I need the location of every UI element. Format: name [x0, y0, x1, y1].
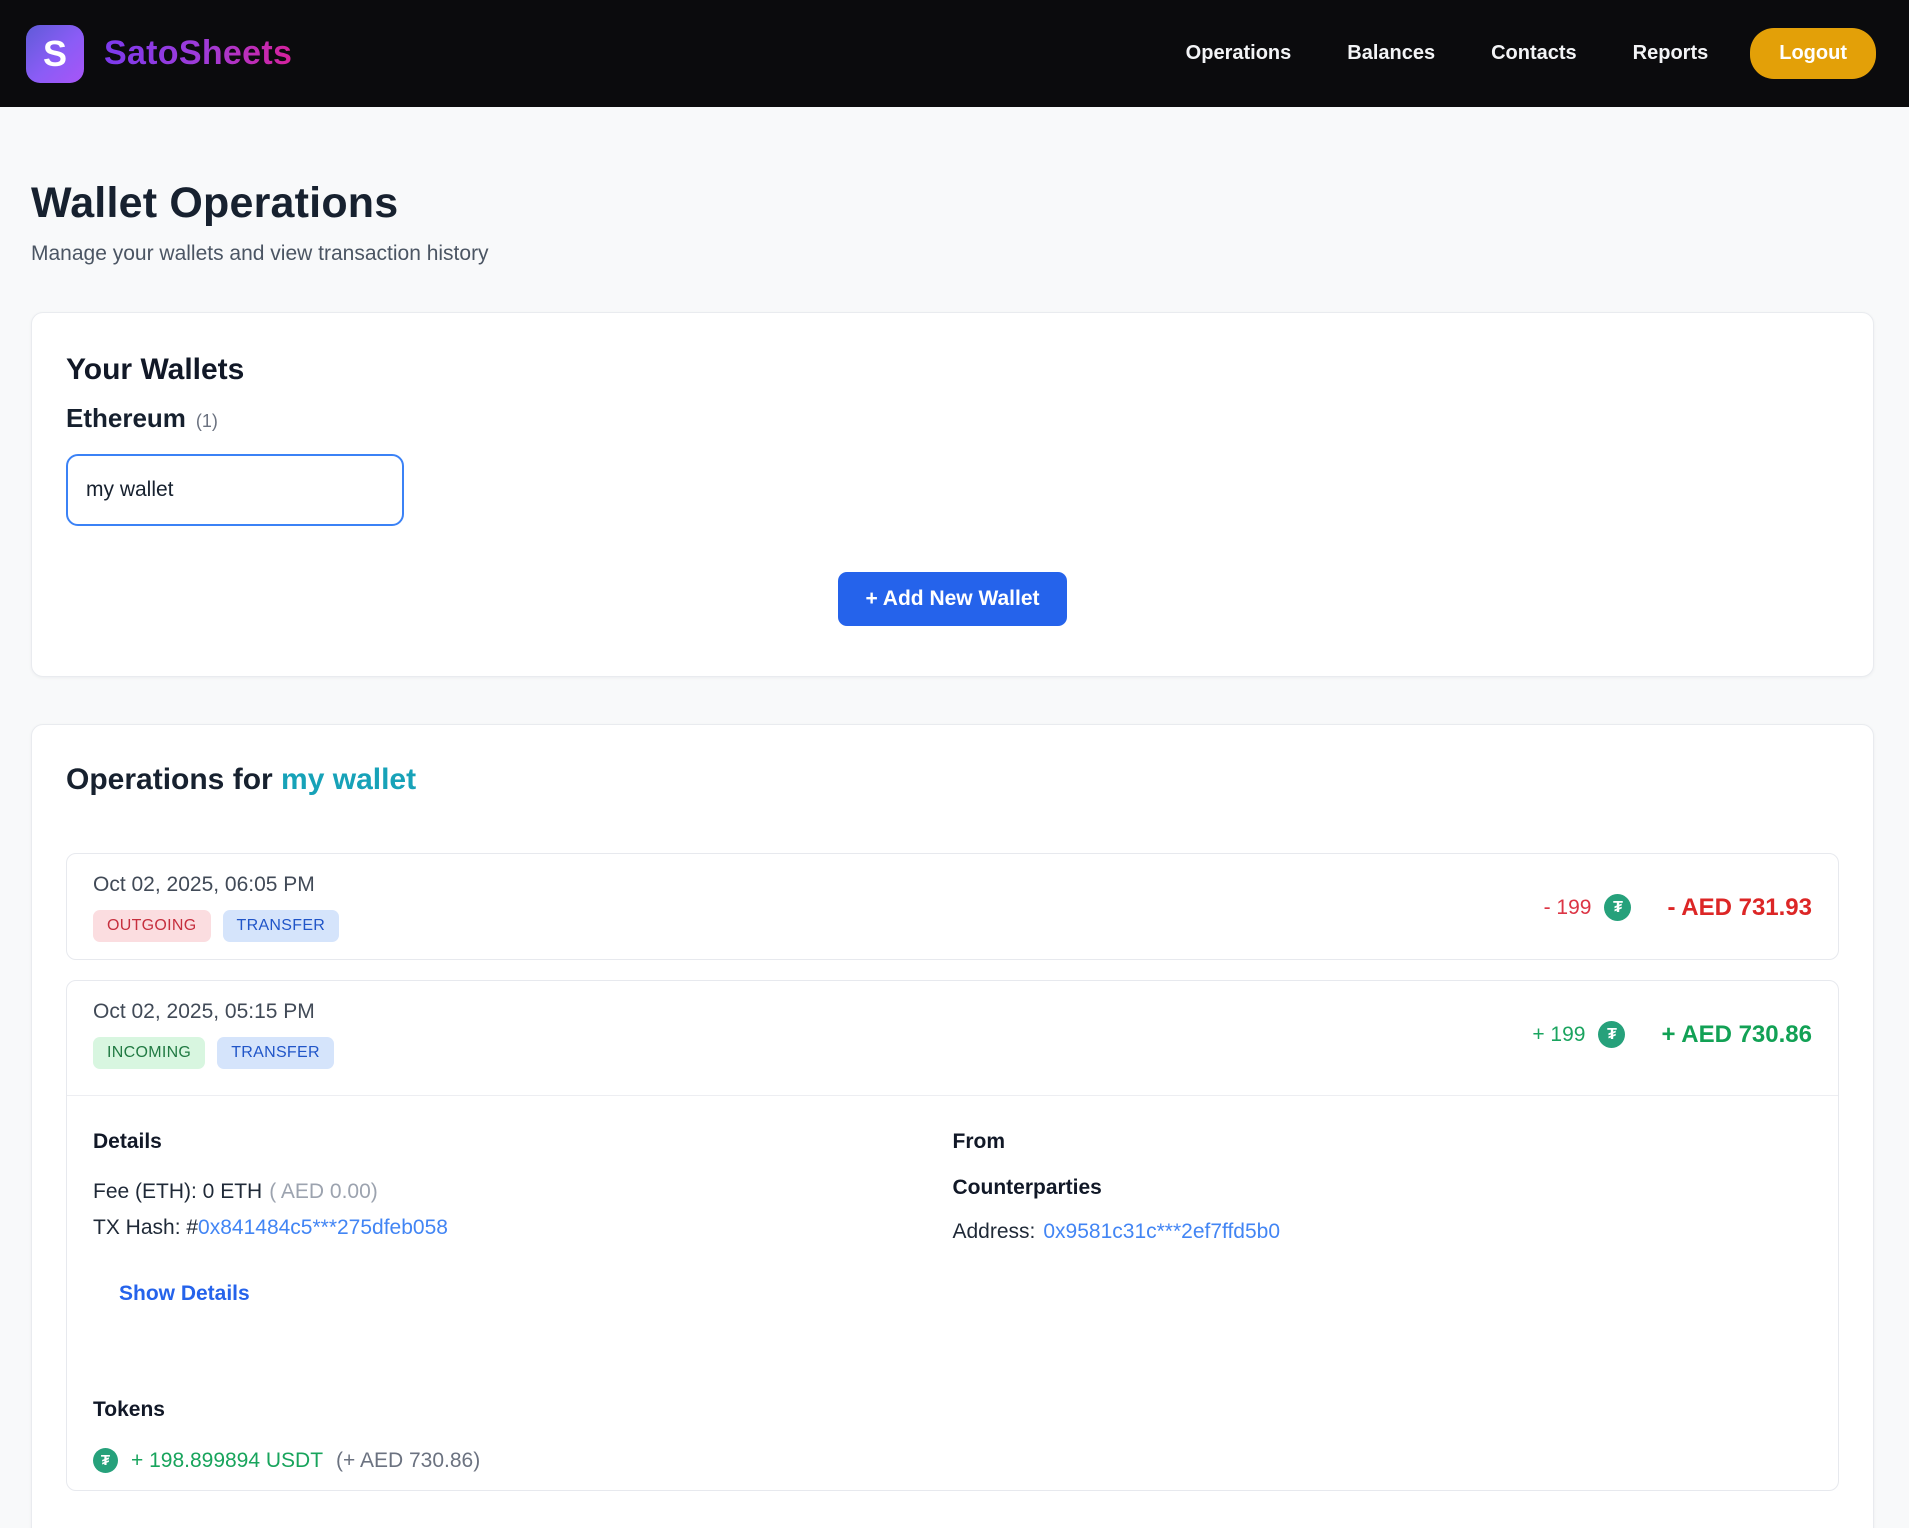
token-amount: + 199 — [1532, 1023, 1585, 1047]
operation-row-header: Oct 02, 2025, 06:05 PM OUTGOING TRANSFER… — [93, 873, 1812, 942]
badge-row: OUTGOING TRANSFER — [93, 910, 339, 942]
address-label: Address: — [953, 1220, 1036, 1243]
details-lines: Fee (ETH): 0 ETH ( AED 0.00) TX Hash: #0x… — [93, 1174, 953, 1246]
operations-card: Operations for my wallet Oct 02, 2025, 0… — [31, 724, 1874, 1528]
from-heading: From — [953, 1130, 1813, 1154]
operations-card-title: Operations for my wallet — [66, 763, 1839, 797]
nav-item-operations[interactable]: Operations — [1186, 42, 1292, 65]
tx-hash-line: TX Hash: #0x841484c5***275dfeb058 — [93, 1210, 953, 1246]
type-badge: TRANSFER — [223, 910, 340, 942]
fee-fiat: ( AED 0.00) — [269, 1180, 378, 1203]
operation-date: Oct 02, 2025, 06:05 PM — [93, 873, 339, 897]
token-amount: - 199 — [1544, 896, 1592, 920]
direction-badge: OUTGOING — [93, 910, 211, 942]
nav-links: Operations Balances Contacts Reports — [1186, 42, 1709, 65]
type-badge: TRANSFER — [217, 1037, 334, 1069]
token-line: ₮ + 198.899894 USDT (+ AED 730.86) — [93, 1448, 1812, 1473]
tether-icon: ₮ — [1604, 894, 1631, 921]
operation-details-grid: Details Fee (ETH): 0 ETH ( AED 0.00) TX H… — [93, 1130, 1812, 1306]
navbar: S SatoSheets Operations Balances Contact… — [0, 0, 1909, 107]
details-heading: Details — [93, 1130, 953, 1154]
counterparties-heading: Counterparties — [953, 1176, 1813, 1200]
tx-hash-link[interactable]: 0x841484c5***275dfeb058 — [198, 1216, 448, 1239]
app-logo-icon: S — [26, 25, 84, 83]
operation-row-left: Oct 02, 2025, 06:05 PM OUTGOING TRANSFER — [93, 873, 339, 942]
network-name: Ethereum — [66, 403, 186, 434]
operation-row-expanded[interactable]: Oct 02, 2025, 05:15 PM INCOMING TRANSFER… — [66, 980, 1839, 1491]
show-details-link[interactable]: Show Details — [119, 1282, 250, 1306]
direction-badge: INCOMING — [93, 1037, 205, 1069]
operation-amounts: + 199 ₮ + AED 730.86 — [1532, 1021, 1812, 1049]
wallets-card-title: Your Wallets — [66, 353, 1839, 387]
operations-title-wallet-name: my wallet — [281, 763, 416, 796]
operation-row[interactable]: Oct 02, 2025, 06:05 PM OUTGOING TRANSFER… — [66, 853, 1839, 960]
operation-date: Oct 02, 2025, 05:15 PM — [93, 1000, 334, 1024]
operations-title-prefix: Operations for — [66, 763, 273, 796]
fiat-amount: + AED 730.86 — [1661, 1021, 1812, 1049]
address-link[interactable]: 0x9581c31c***2ef7ffd5b0 — [1043, 1220, 1280, 1243]
token-line-fiat: (+ AED 730.86) — [336, 1449, 480, 1473]
badge-row: INCOMING TRANSFER — [93, 1037, 334, 1069]
fiat-amount: - AED 731.93 — [1667, 894, 1812, 922]
row-divider — [67, 1095, 1838, 1096]
add-new-wallet-button[interactable]: + Add New Wallet — [838, 572, 1066, 626]
network-header: Ethereum (1) — [66, 403, 1839, 434]
page-title: Wallet Operations — [31, 179, 1874, 228]
nav-item-contacts[interactable]: Contacts — [1491, 42, 1577, 65]
tether-icon: ₮ — [93, 1448, 118, 1473]
nav-item-reports[interactable]: Reports — [1633, 42, 1709, 65]
page-subtitle: Manage your wallets and view transaction… — [31, 242, 1874, 266]
operation-row-header: Oct 02, 2025, 05:15 PM INCOMING TRANSFER… — [93, 1000, 1812, 1069]
main-content: Wallet Operations Manage your wallets an… — [0, 179, 1909, 1528]
network-count: (1) — [196, 411, 218, 432]
details-column: Details Fee (ETH): 0 ETH ( AED 0.00) TX H… — [93, 1130, 953, 1306]
fee-line: Fee (ETH): 0 ETH ( AED 0.00) — [93, 1174, 953, 1210]
operation-row-left: Oct 02, 2025, 05:15 PM INCOMING TRANSFER — [93, 1000, 334, 1069]
logo-letter: S — [43, 33, 67, 75]
wallets-card: Your Wallets Ethereum (1) my wallet + Ad… — [31, 312, 1874, 677]
tether-icon: ₮ — [1598, 1021, 1625, 1048]
nav-item-balances[interactable]: Balances — [1347, 42, 1435, 65]
tokens-heading: Tokens — [93, 1398, 1812, 1422]
add-wallet-wrap: + Add New Wallet — [66, 572, 1839, 626]
fee-label: Fee (ETH): 0 ETH — [93, 1180, 262, 1203]
brand-name: SatoSheets — [104, 34, 292, 73]
operation-amounts: - 199 ₮ - AED 731.93 — [1544, 894, 1812, 922]
address-line: Address: 0x9581c31c***2ef7ffd5b0 — [953, 1220, 1813, 1244]
logout-button[interactable]: Logout — [1750, 28, 1876, 79]
from-column: From Counterparties Address: 0x9581c31c**… — [953, 1130, 1813, 1306]
tokens-section: Tokens ₮ + 198.899894 USDT (+ AED 730.86… — [93, 1398, 1812, 1473]
brand[interactable]: S SatoSheets — [26, 25, 292, 83]
token-line-amount: + 198.899894 USDT — [131, 1449, 323, 1473]
tx-hash-label: TX Hash: # — [93, 1216, 198, 1239]
wallet-chip[interactable]: my wallet — [66, 454, 404, 526]
